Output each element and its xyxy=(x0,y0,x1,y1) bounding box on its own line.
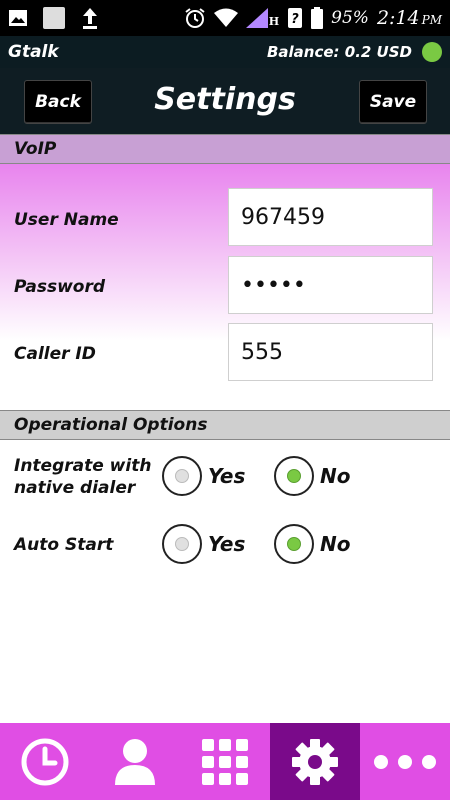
nav-history[interactable] xyxy=(0,723,90,800)
nav-settings[interactable] xyxy=(270,723,360,800)
svg-text:?: ? xyxy=(291,12,299,27)
settings-header: Back Settings Save xyxy=(0,68,450,134)
clock-time: 2:14 PM xyxy=(376,7,442,29)
app-notification-icon xyxy=(43,7,65,29)
more-icon xyxy=(374,754,436,769)
integrate-no-label[interactable]: No xyxy=(320,464,350,488)
alarm-icon xyxy=(185,8,205,28)
nav-contacts[interactable] xyxy=(90,723,180,800)
app-bar: Gtalk Balance: 0.2 USD xyxy=(0,36,450,68)
settings-gear-icon xyxy=(292,738,338,785)
contacts-icon xyxy=(115,738,155,785)
autostart-no-label[interactable]: No xyxy=(320,532,350,556)
integrate-option-label: Integrate with native dialer xyxy=(14,456,152,498)
password-field[interactable]: ••••• xyxy=(228,256,433,314)
autostart-label: Auto Start xyxy=(14,535,114,555)
signal-icon xyxy=(245,8,268,28)
username-label: User Name xyxy=(14,210,119,230)
nav-dialpad[interactable] xyxy=(180,723,270,800)
save-button[interactable]: Save xyxy=(359,80,427,124)
nav-more[interactable] xyxy=(360,723,450,800)
upload-icon xyxy=(83,8,97,29)
unknown-sim-icon: ? xyxy=(288,8,303,28)
voip-panel: User Name 967459 Password ••••• Caller I… xyxy=(0,164,450,400)
autostart-yes-label[interactable]: Yes xyxy=(208,532,245,556)
battery-icon xyxy=(311,7,324,29)
integrate-no-radio[interactable] xyxy=(274,456,314,496)
wifi-icon xyxy=(213,8,238,27)
integrate-yes-radio[interactable] xyxy=(162,456,202,496)
clock-icon xyxy=(21,738,69,785)
balance-text: Balance: 0.2 USD xyxy=(266,43,412,61)
integrate-yes-label[interactable]: Yes xyxy=(208,464,245,488)
dialpad-icon xyxy=(202,738,248,785)
status-bar: H ? 95% 2:14 PM xyxy=(0,0,450,36)
network-type: H xyxy=(268,15,280,28)
operational-options-header: Operational Options xyxy=(0,410,450,440)
online-status-indicator xyxy=(422,42,442,62)
username-field[interactable]: 967459 xyxy=(228,188,433,246)
password-label: Password xyxy=(14,277,106,297)
battery-percent: 95% xyxy=(331,8,369,28)
autostart-yes-radio[interactable] xyxy=(162,524,202,564)
autostart-no-radio[interactable] xyxy=(274,524,314,564)
bottom-navigation xyxy=(0,723,450,800)
app-name: Gtalk xyxy=(8,42,59,62)
gallery-notification-icon xyxy=(9,10,27,26)
callerid-label: Caller ID xyxy=(14,344,96,364)
voip-section-header: VoIP xyxy=(0,134,450,164)
callerid-field[interactable]: 555 xyxy=(228,323,433,381)
